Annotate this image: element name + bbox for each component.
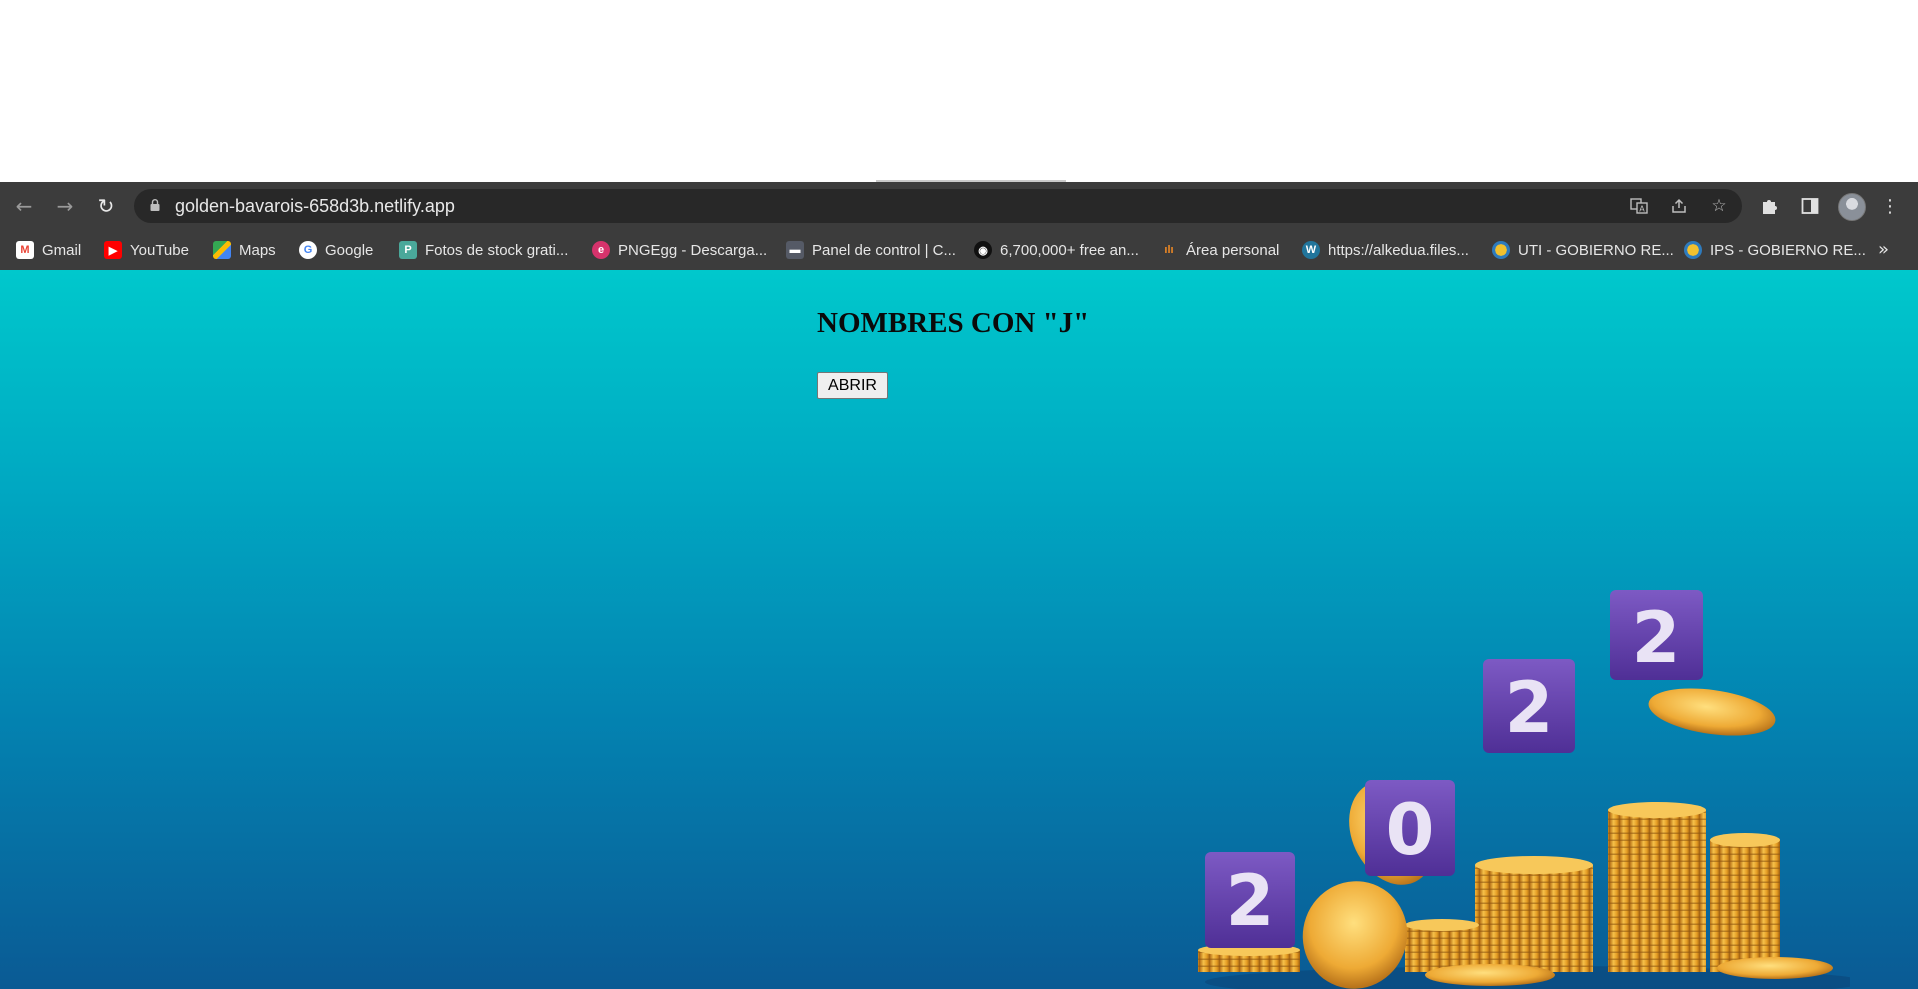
floating-coin-top bbox=[1648, 688, 1776, 736]
coins-2022-illustration: 2 0 2 2 bbox=[1198, 590, 1850, 989]
wordpress-icon: W bbox=[1302, 241, 1320, 259]
digit-block-1: 2 bbox=[1205, 852, 1295, 948]
bookmark-label: Google bbox=[325, 241, 374, 259]
extensions-puzzle-icon[interactable] bbox=[1758, 194, 1782, 218]
bookmark-label: https://alkedua.files... bbox=[1328, 241, 1469, 259]
coin-stack-5 bbox=[1710, 840, 1780, 972]
translate-icon[interactable]: A bbox=[1629, 196, 1649, 216]
coin-stack-4 bbox=[1608, 810, 1706, 972]
bookmark-pngegg[interactable]: e PNGEgg - Descarga... bbox=[592, 230, 767, 270]
bookmarks-bar: M Gmail ▶ YouTube Maps G Google P Fotos … bbox=[0, 230, 1918, 270]
bookmark-label: UTI - GOBIERNO RE... bbox=[1518, 241, 1674, 259]
url-text[interactable]: golden-bavarois-658d3b.netlify.app bbox=[175, 189, 455, 223]
bookmark-free-assets[interactable]: ◉ 6,700,000+ free an... bbox=[974, 230, 1139, 270]
bookmark-label: 6,700,000+ free an... bbox=[1000, 241, 1139, 259]
personal-area-icon: ılı bbox=[1160, 241, 1178, 259]
digit-block-3: 2 bbox=[1483, 659, 1575, 753]
bookmark-label: Área personal bbox=[1186, 241, 1280, 259]
bookmark-label: Panel de control | C... bbox=[812, 241, 956, 259]
back-arrow-icon[interactable]: ← bbox=[8, 190, 40, 222]
bookmark-panel[interactable]: ▬ Panel de control | C... bbox=[786, 230, 956, 270]
browser-toolbar: ← → ↻ golden-bavarois-658d3b.netlify.app… bbox=[0, 182, 1918, 230]
lock-icon bbox=[150, 199, 160, 211]
bookmark-gmail[interactable]: M Gmail bbox=[16, 230, 81, 270]
gobierno-icon bbox=[1492, 241, 1510, 259]
bookmark-star-icon[interactable]: ☆ bbox=[1709, 196, 1729, 216]
bookmark-ips-gobierno[interactable]: IPS - GOBIERNO RE... bbox=[1684, 230, 1866, 270]
forward-arrow-icon[interactable]: → bbox=[49, 190, 81, 222]
gobierno-icon bbox=[1684, 241, 1702, 259]
bookmark-uti-gobierno[interactable]: UTI - GOBIERNO RE... bbox=[1492, 230, 1674, 270]
gmail-icon: M bbox=[16, 241, 34, 259]
bookmark-label: YouTube bbox=[130, 241, 189, 259]
abrir-button[interactable]: ABRIR bbox=[817, 372, 888, 399]
stock-photos-icon: P bbox=[399, 241, 417, 259]
bookmarks-overflow-chevron-icon[interactable]: » bbox=[1878, 230, 1889, 270]
reload-icon[interactable]: ↻ bbox=[90, 190, 122, 222]
coin-stack-3 bbox=[1475, 865, 1593, 972]
maps-icon bbox=[213, 241, 231, 259]
page-content: NOMBRES CON "J" ABRIR 2 0 2 2 bbox=[0, 270, 1918, 989]
svg-text:2: 2 bbox=[1632, 597, 1681, 679]
bookmark-personal-area[interactable]: ılı Área personal bbox=[1160, 230, 1279, 270]
bookmark-youtube[interactable]: ▶ YouTube bbox=[104, 230, 189, 270]
bookmark-google[interactable]: G Google bbox=[299, 230, 373, 270]
more-menu-icon[interactable]: ⋮ bbox=[1878, 194, 1902, 218]
svg-text:0: 0 bbox=[1386, 789, 1435, 871]
panel-icon: ▬ bbox=[786, 241, 804, 259]
bookmark-label: Maps bbox=[239, 241, 276, 259]
svg-text:A: A bbox=[1639, 205, 1645, 214]
digit-block-2: 0 bbox=[1365, 780, 1455, 876]
youtube-icon: ▶ bbox=[104, 241, 122, 259]
blank-window-area bbox=[0, 0, 1918, 182]
free-assets-icon: ◉ bbox=[974, 241, 992, 259]
bookmark-label: IPS - GOBIERNO RE... bbox=[1710, 241, 1866, 259]
profile-avatar[interactable] bbox=[1838, 193, 1866, 221]
side-panel-icon[interactable] bbox=[1798, 194, 1822, 218]
bookmark-label: Gmail bbox=[42, 241, 82, 259]
bookmark-stock-photos[interactable]: P Fotos de stock grati... bbox=[399, 230, 568, 270]
bookmark-label: PNGEgg - Descarga... bbox=[618, 241, 768, 259]
page-heading: NOMBRES CON "J" bbox=[817, 307, 1090, 339]
bookmark-maps[interactable]: Maps bbox=[213, 230, 276, 270]
google-icon: G bbox=[299, 241, 317, 259]
svg-text:2: 2 bbox=[1226, 860, 1275, 942]
pngegg-icon: e bbox=[592, 241, 610, 259]
share-icon[interactable] bbox=[1669, 196, 1689, 216]
bookmark-alkedua[interactable]: W https://alkedua.files... bbox=[1302, 230, 1469, 270]
bookmark-label: Fotos de stock grati... bbox=[425, 241, 569, 259]
svg-text:2: 2 bbox=[1505, 667, 1554, 749]
address-bar[interactable]: golden-bavarois-658d3b.netlify.app A ☆ bbox=[134, 189, 1742, 223]
digit-block-4: 2 bbox=[1610, 590, 1703, 680]
